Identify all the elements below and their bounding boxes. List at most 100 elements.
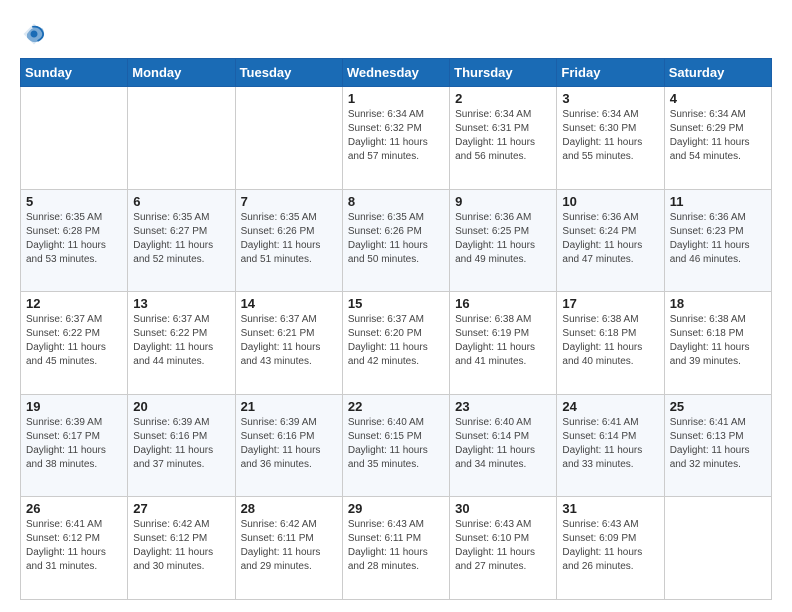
day-info: Sunrise: 6:37 AM Sunset: 6:21 PM Dayligh…: [241, 313, 337, 369]
calendar-cell: 30Sunrise: 6:43 AM Sunset: 6:10 PM Dayli…: [450, 497, 557, 600]
day-info: Sunrise: 6:43 AM Sunset: 6:11 PM Dayligh…: [348, 518, 444, 574]
day-number: 10: [562, 194, 658, 209]
day-number: 29: [348, 501, 444, 516]
day-number: 15: [348, 296, 444, 311]
calendar-table: SundayMondayTuesdayWednesdayThursdayFrid…: [20, 58, 772, 600]
day-info: Sunrise: 6:35 AM Sunset: 6:27 PM Dayligh…: [133, 211, 229, 267]
calendar-cell: [21, 87, 128, 190]
day-info: Sunrise: 6:34 AM Sunset: 6:30 PM Dayligh…: [562, 108, 658, 164]
day-info: Sunrise: 6:40 AM Sunset: 6:15 PM Dayligh…: [348, 416, 444, 472]
day-info: Sunrise: 6:42 AM Sunset: 6:11 PM Dayligh…: [241, 518, 337, 574]
calendar-cell: 13Sunrise: 6:37 AM Sunset: 6:22 PM Dayli…: [128, 292, 235, 395]
day-number: 28: [241, 501, 337, 516]
day-number: 19: [26, 399, 122, 414]
calendar-cell: 18 Sunrise: 6:38 AM Sunset: 6:18 PM Dayli…: [664, 292, 771, 395]
header-tuesday: Tuesday: [235, 59, 342, 87]
calendar-week-row: 26 Sunrise: 6:41 AM Sunset: 6:12 PM Dayli…: [21, 497, 772, 600]
calendar-cell: 21 Sunrise: 6:39 AM Sunset: 6:16 PM Dayli…: [235, 394, 342, 497]
day-info: Sunrise: 6:38 AM Sunset: 6:19 PM Dayligh…: [455, 313, 551, 369]
day-number: 17: [562, 296, 658, 311]
calendar-week-row: 19Sunrise: 6:39 AM Sunset: 6:17 PM Dayli…: [21, 394, 772, 497]
day-number: 30: [455, 501, 551, 516]
calendar-cell: 17 Sunrise: 6:38 AM Sunset: 6:18 PM Dayli…: [557, 292, 664, 395]
day-info: Sunrise: 6:37 AM Sunset: 6:22 PM Dayligh…: [133, 313, 229, 369]
calendar-cell: 8 Sunrise: 6:35 AM Sunset: 6:26 PM Daylig…: [342, 189, 449, 292]
day-number: 7: [241, 194, 337, 209]
calendar-cell: 3 Sunrise: 6:34 AM Sunset: 6:30 PM Daylig…: [557, 87, 664, 190]
calendar-week-row: 12Sunrise: 6:37 AM Sunset: 6:22 PM Dayli…: [21, 292, 772, 395]
day-info: Sunrise: 6:34 AM Sunset: 6:31 PM Dayligh…: [455, 108, 551, 164]
day-info: Sunrise: 6:35 AM Sunset: 6:28 PM Dayligh…: [26, 211, 122, 267]
day-number: 26: [26, 501, 122, 516]
page: SundayMondayTuesdayWednesdayThursdayFrid…: [0, 0, 792, 612]
calendar-cell: 31Sunrise: 6:43 AM Sunset: 6:09 PM Dayli…: [557, 497, 664, 600]
day-info: Sunrise: 6:40 AM Sunset: 6:14 PM Dayligh…: [455, 416, 551, 472]
logo: [20, 20, 52, 48]
day-info: Sunrise: 6:39 AM Sunset: 6:16 PM Dayligh…: [241, 416, 337, 472]
logo-icon: [20, 20, 48, 48]
day-info: Sunrise: 6:38 AM Sunset: 6:18 PM Dayligh…: [562, 313, 658, 369]
day-info: Sunrise: 6:34 AM Sunset: 6:29 PM Dayligh…: [670, 108, 766, 164]
calendar-cell: 11Sunrise: 6:36 AM Sunset: 6:23 PM Dayli…: [664, 189, 771, 292]
day-info: Sunrise: 6:36 AM Sunset: 6:24 PM Dayligh…: [562, 211, 658, 267]
day-number: 31: [562, 501, 658, 516]
day-number: 8: [348, 194, 444, 209]
calendar-cell: 2 Sunrise: 6:34 AM Sunset: 6:31 PM Daylig…: [450, 87, 557, 190]
calendar-cell: 19Sunrise: 6:39 AM Sunset: 6:17 PM Dayli…: [21, 394, 128, 497]
calendar-cell: [235, 87, 342, 190]
calendar-cell: 14 Sunrise: 6:37 AM Sunset: 6:21 PM Dayli…: [235, 292, 342, 395]
calendar-cell: [128, 87, 235, 190]
day-number: 27: [133, 501, 229, 516]
calendar-cell: 26 Sunrise: 6:41 AM Sunset: 6:12 PM Dayli…: [21, 497, 128, 600]
calendar-cell: 22 Sunrise: 6:40 AM Sunset: 6:15 PM Dayli…: [342, 394, 449, 497]
calendar-cell: 25Sunrise: 6:41 AM Sunset: 6:13 PM Dayli…: [664, 394, 771, 497]
day-number: 2: [455, 91, 551, 106]
calendar-cell: 29 Sunrise: 6:43 AM Sunset: 6:11 PM Dayli…: [342, 497, 449, 600]
day-info: Sunrise: 6:35 AM Sunset: 6:26 PM Dayligh…: [348, 211, 444, 267]
day-info: Sunrise: 6:42 AM Sunset: 6:12 PM Dayligh…: [133, 518, 229, 574]
calendar-cell: [664, 497, 771, 600]
header-monday: Monday: [128, 59, 235, 87]
day-number: 4: [670, 91, 766, 106]
calendar-week-row: 1 Sunrise: 6:34 AM Sunset: 6:32 PM Daylig…: [21, 87, 772, 190]
calendar-header-row: SundayMondayTuesdayWednesdayThursdayFrid…: [21, 59, 772, 87]
day-number: 3: [562, 91, 658, 106]
calendar-cell: 1 Sunrise: 6:34 AM Sunset: 6:32 PM Daylig…: [342, 87, 449, 190]
day-info: Sunrise: 6:41 AM Sunset: 6:14 PM Dayligh…: [562, 416, 658, 472]
day-info: Sunrise: 6:37 AM Sunset: 6:20 PM Dayligh…: [348, 313, 444, 369]
day-info: Sunrise: 6:41 AM Sunset: 6:13 PM Dayligh…: [670, 416, 766, 472]
day-number: 16: [455, 296, 551, 311]
day-info: Sunrise: 6:38 AM Sunset: 6:18 PM Dayligh…: [670, 313, 766, 369]
day-number: 6: [133, 194, 229, 209]
day-number: 24: [562, 399, 658, 414]
calendar-cell: 27 Sunrise: 6:42 AM Sunset: 6:12 PM Dayli…: [128, 497, 235, 600]
calendar-cell: 6 Sunrise: 6:35 AM Sunset: 6:27 PM Daylig…: [128, 189, 235, 292]
calendar-week-row: 5 Sunrise: 6:35 AM Sunset: 6:28 PM Daylig…: [21, 189, 772, 292]
day-info: Sunrise: 6:34 AM Sunset: 6:32 PM Dayligh…: [348, 108, 444, 164]
header-friday: Friday: [557, 59, 664, 87]
calendar-cell: 12Sunrise: 6:37 AM Sunset: 6:22 PM Dayli…: [21, 292, 128, 395]
day-info: Sunrise: 6:37 AM Sunset: 6:22 PM Dayligh…: [26, 313, 122, 369]
day-number: 14: [241, 296, 337, 311]
header: [20, 16, 772, 48]
header-thursday: Thursday: [450, 59, 557, 87]
calendar-cell: 24 Sunrise: 6:41 AM Sunset: 6:14 PM Dayli…: [557, 394, 664, 497]
calendar-cell: 7 Sunrise: 6:35 AM Sunset: 6:26 PM Daylig…: [235, 189, 342, 292]
day-number: 21: [241, 399, 337, 414]
calendar-cell: 16 Sunrise: 6:38 AM Sunset: 6:19 PM Dayli…: [450, 292, 557, 395]
calendar-cell: 20 Sunrise: 6:39 AM Sunset: 6:16 PM Dayli…: [128, 394, 235, 497]
day-info: Sunrise: 6:39 AM Sunset: 6:16 PM Dayligh…: [133, 416, 229, 472]
day-info: Sunrise: 6:36 AM Sunset: 6:23 PM Dayligh…: [670, 211, 766, 267]
day-info: Sunrise: 6:41 AM Sunset: 6:12 PM Dayligh…: [26, 518, 122, 574]
day-number: 22: [348, 399, 444, 414]
day-info: Sunrise: 6:35 AM Sunset: 6:26 PM Dayligh…: [241, 211, 337, 267]
calendar-cell: 4 Sunrise: 6:34 AM Sunset: 6:29 PM Daylig…: [664, 87, 771, 190]
day-number: 9: [455, 194, 551, 209]
calendar-cell: 9Sunrise: 6:36 AM Sunset: 6:25 PM Daylig…: [450, 189, 557, 292]
day-number: 20: [133, 399, 229, 414]
calendar-cell: 28 Sunrise: 6:42 AM Sunset: 6:11 PM Dayli…: [235, 497, 342, 600]
day-number: 18: [670, 296, 766, 311]
calendar-cell: 5 Sunrise: 6:35 AM Sunset: 6:28 PM Daylig…: [21, 189, 128, 292]
day-number: 1: [348, 91, 444, 106]
day-number: 5: [26, 194, 122, 209]
